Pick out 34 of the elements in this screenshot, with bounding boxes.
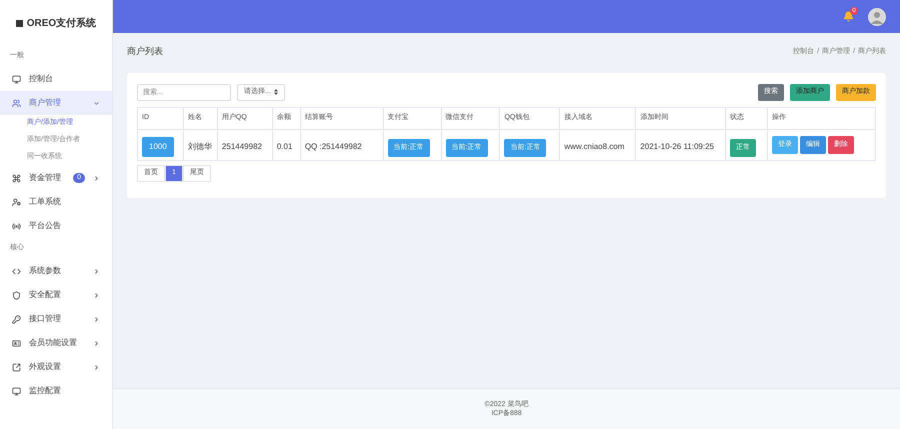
- key-icon: [12, 314, 21, 324]
- cell-text: 251449982: [222, 142, 262, 151]
- menu-item[interactable]: 平台公告: [0, 214, 112, 238]
- page-title: 商户列表: [127, 45, 163, 58]
- cell-text: 刘德华: [188, 142, 212, 151]
- avatar[interactable]: [868, 8, 886, 26]
- menu-item[interactable]: 监控配置: [0, 379, 112, 403]
- menu-item[interactable]: 接口管理: [0, 307, 112, 331]
- cell-text: QQ :251449982: [304, 142, 362, 151]
- bell-icon[interactable]: [843, 11, 854, 22]
- id-tag: 1000: [142, 137, 174, 157]
- monitor-icon: [12, 386, 21, 396]
- id-card-icon: [12, 338, 21, 348]
- menu-item[interactable]: 外观设置: [0, 355, 112, 379]
- menu-item[interactable]: 系统参数: [0, 259, 112, 283]
- code-icon: [12, 266, 21, 276]
- command-icon: [12, 174, 21, 182]
- menu-item[interactable]: 安全配置: [0, 283, 112, 307]
- logo-icon: [16, 20, 23, 26]
- brand-title: OREO支付系统: [26, 16, 96, 30]
- menu-item[interactable]: 会员功能设置: [0, 331, 112, 355]
- radio-icon: [12, 222, 21, 230]
- cell-text: 2021-10-26 11:09:25: [640, 142, 714, 151]
- monitor-icon: [12, 74, 21, 84]
- user-cog-icon: [12, 198, 21, 206]
- cell-text: 0.01: [276, 142, 292, 151]
- shield-icon: [12, 290, 21, 300]
- users-icon: [12, 98, 21, 108]
- cell-text: www.cniao8.com: [564, 142, 624, 151]
- sort-arrows-icon: [274, 89, 278, 95]
- menu-item[interactable]: 控制台: [0, 67, 112, 91]
- square-arrow-icon: [12, 362, 21, 372]
- menu-item[interactable]: 商户管理: [0, 91, 112, 115]
- menu-item[interactable]: 工单系统: [0, 190, 112, 214]
